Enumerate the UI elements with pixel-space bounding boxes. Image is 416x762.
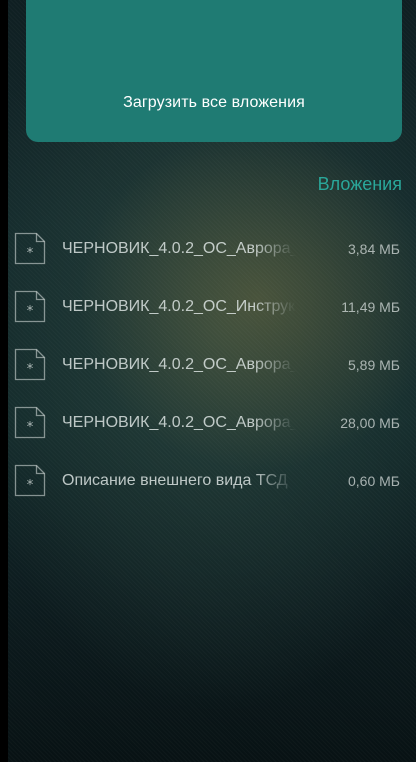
file-icon: * [14, 464, 46, 497]
file-icon: * [14, 290, 46, 323]
svg-text:*: * [27, 246, 34, 261]
svg-text:*: * [27, 304, 34, 319]
attachment-file-size: 11,49 МБ [341, 298, 400, 315]
attachment-file-size: 0,60 МБ [348, 472, 400, 489]
download-all-button[interactable]: Загрузить все вложения [26, 0, 402, 142]
attachments-screen: Загрузить все вложения Вложения * ЧЕРНОВ… [0, 0, 416, 762]
attachment-item[interactable]: * Описание внешнего вида ТСД 0,60 МБ [14, 464, 406, 497]
svg-text:*: * [27, 478, 34, 493]
attachment-item[interactable]: * ЧЕРНОВИК_4.0.2_ОС_Аврора_Комплект 28,0… [14, 406, 406, 439]
attachment-file-name: ЧЕРНОВИК_4.0.2_ОС_Аврора_Комплект [62, 413, 296, 431]
file-icon: * [14, 406, 46, 439]
attachment-file-name: ЧЕРНОВИК_4.0.2_ОС_Аврора_Руководство [62, 239, 296, 257]
file-icon: * [14, 232, 46, 265]
attachment-file-size: 3,84 МБ [348, 240, 400, 257]
attachment-list: * ЧЕРНОВИК_4.0.2_ОС_Аврора_Руководство 3… [14, 232, 406, 522]
attachment-file-name: ЧЕРНОВИК_4.0.2_ОС_Инструкция [62, 297, 296, 315]
attachments-section-title: Вложения [317, 174, 402, 194]
attachment-item[interactable]: * ЧЕРНОВИК_4.0.2_ОС_Аврора_Описание 5,89… [14, 348, 406, 381]
attachment-file-name: ЧЕРНОВИК_4.0.2_ОС_Аврора_Описание [62, 355, 296, 373]
attachment-file-size: 5,89 МБ [348, 356, 400, 373]
file-icon: * [14, 348, 46, 381]
svg-text:*: * [27, 362, 34, 377]
attachment-item[interactable]: * ЧЕРНОВИК_4.0.2_ОС_Инструкция 11,49 МБ [14, 290, 406, 323]
attachment-file-name: Описание внешнего вида ТСД [62, 471, 288, 489]
attachment-file-size: 28,00 МБ [340, 414, 400, 431]
svg-text:*: * [27, 420, 34, 435]
download-all-label: Загрузить все вложения [123, 94, 305, 111]
attachment-item[interactable]: * ЧЕРНОВИК_4.0.2_ОС_Аврора_Руководство 3… [14, 232, 406, 265]
